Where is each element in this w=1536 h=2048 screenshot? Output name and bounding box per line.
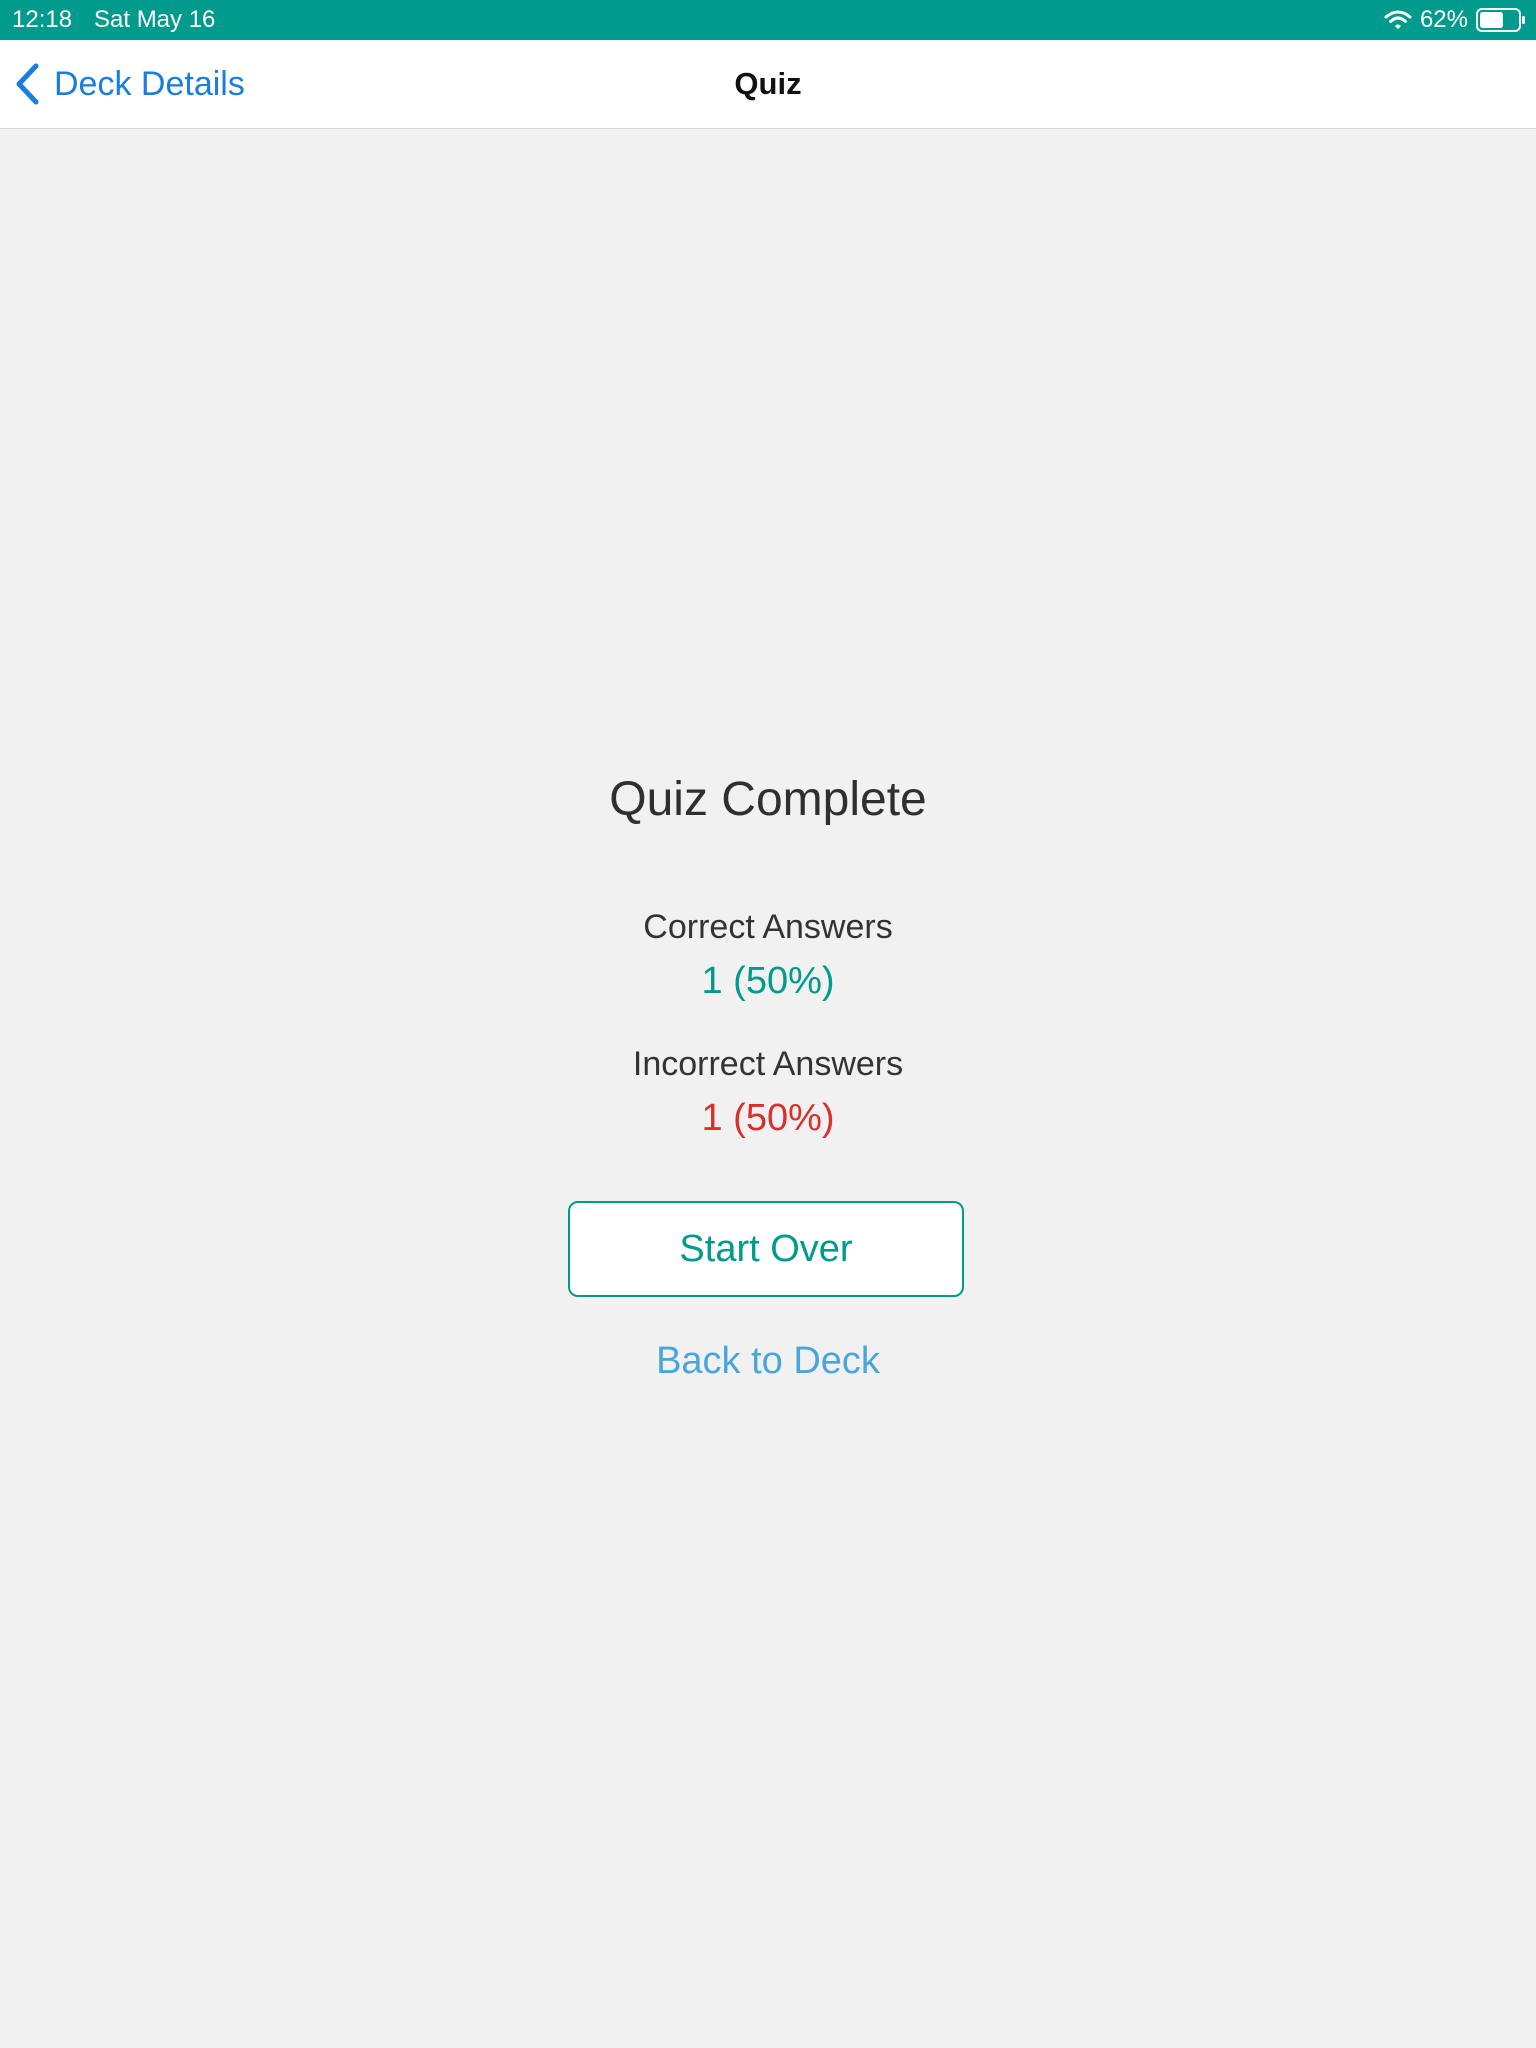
start-over-button[interactable]: Start Over [568,1201,964,1297]
correct-answers-label: Correct Answers [643,908,893,946]
status-time: 12:18 [12,6,73,33]
chevron-left-icon [16,63,39,105]
wifi-icon [1384,10,1412,29]
back-to-deck-link[interactable]: Back to Deck [0,1340,1536,1383]
quiz-complete-heading: Quiz Complete [609,773,927,826]
navigation-bar: Deck Details Quiz [0,40,1536,129]
status-date: Sat May 16 [94,6,216,33]
correct-answers-value: 1 (50%) [701,960,835,1002]
status-indicators: 62% [1384,0,1526,40]
battery-icon [1476,8,1525,32]
incorrect-answers-value: 1 (50%) [701,1097,835,1139]
back-button[interactable]: Deck Details [14,40,245,128]
incorrect-answers-label: Incorrect Answers [632,1045,904,1083]
back-button-label: Deck Details [54,64,245,103]
battery-percent: 62% [1419,6,1468,33]
status-bar: 12:18 Sat May 16 62% [0,0,1536,40]
